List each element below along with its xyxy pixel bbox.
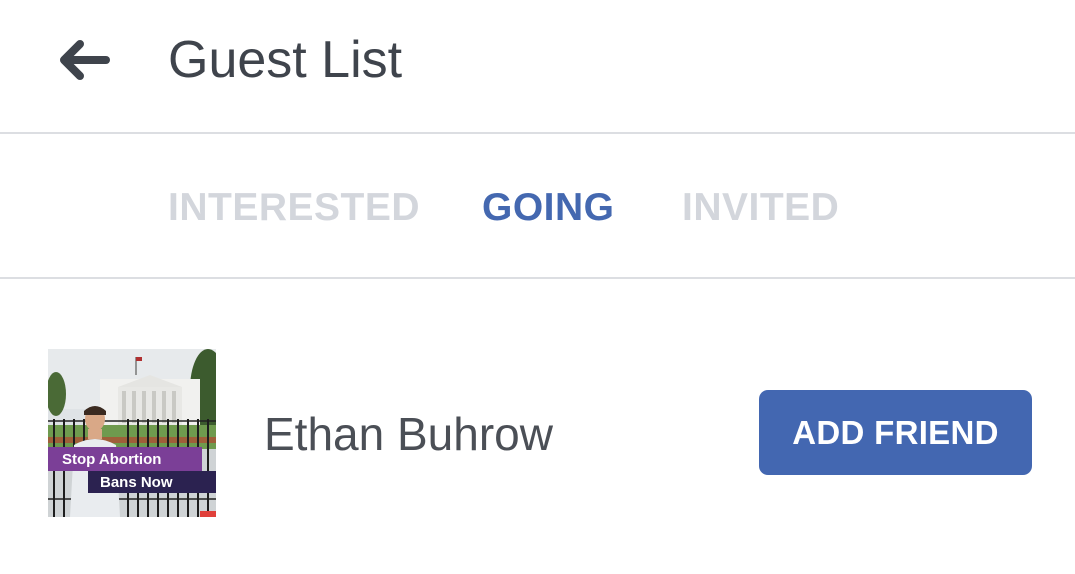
- avatar[interactable]: Stop Abortion Bans Now: [48, 349, 216, 517]
- avatar-banner-line1: Stop Abortion: [62, 451, 161, 468]
- avatar-banner-line2: Bans Now: [100, 474, 173, 491]
- arrow-left-icon: [60, 40, 110, 80]
- list-item: Stop Abortion Bans Now Ethan Buhrow ADD …: [0, 279, 1075, 574]
- back-button[interactable]: [52, 30, 116, 90]
- guest-list-screen: Guest List INTERESTED GOING INVITED Stop…: [0, 0, 1075, 574]
- tab-interested[interactable]: INTERESTED: [168, 186, 420, 230]
- page-title: Guest List: [168, 31, 403, 89]
- guest-tabs: INTERESTED GOING INVITED: [0, 134, 1075, 279]
- guest-name[interactable]: Ethan Buhrow: [264, 407, 553, 461]
- add-friend-button[interactable]: ADD FRIEND: [759, 390, 1032, 475]
- avatar-photo: Stop Abortion Bans Now: [48, 349, 216, 517]
- tab-invited[interactable]: INVITED: [682, 186, 839, 230]
- tab-going[interactable]: GOING: [482, 186, 615, 230]
- app-header: Guest List: [0, 0, 1075, 134]
